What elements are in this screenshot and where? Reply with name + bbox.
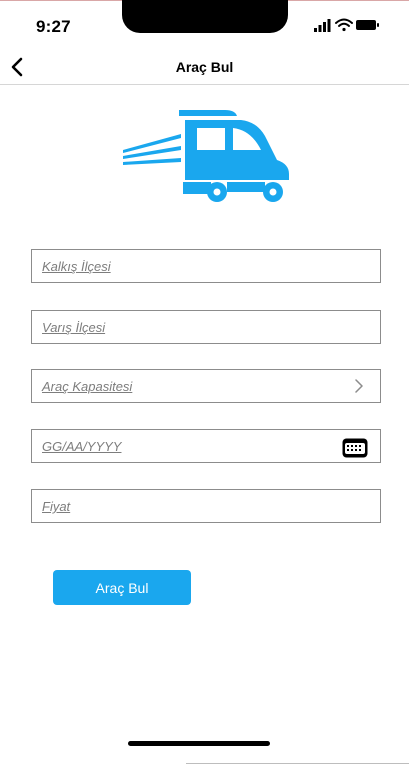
bottom-divider [186,763,409,764]
signal-icon [314,19,331,32]
wifi-icon [335,18,353,32]
device-notch [122,0,288,33]
keyboard-icon[interactable] [342,438,368,458]
chevron-right-icon [355,379,363,393]
battery-icon [356,20,379,30]
status-bar: 9:27 [0,0,409,44]
vehicle-capacity-placeholder: Araç Kapasitesi [42,379,133,394]
page-title: Araç Bul [175,59,234,75]
navigation-bar: Araç Bul [0,50,409,85]
find-vehicle-button[interactable]: Araç Bul [53,570,191,605]
date-field[interactable]: GG/AA/YYYY [31,429,381,463]
status-icons [314,18,379,32]
arrival-district-field[interactable]: Varış İlçesi [31,310,381,344]
departure-district-placeholder: Kalkış İlçesi [42,259,111,274]
price-placeholder: Fiyat [42,499,71,514]
vehicle-capacity-select[interactable]: Araç Kapasitesi [31,369,381,403]
fast-truck-icon [123,110,289,202]
home-indicator[interactable] [128,741,270,746]
price-field[interactable]: Fiyat [31,489,381,523]
status-time: 9:27 [36,17,71,36]
arrival-district-placeholder: Varış İlçesi [42,320,106,335]
date-placeholder: GG/AA/YYYY [42,439,122,454]
departure-district-field[interactable]: Kalkış İlçesi [31,249,381,283]
